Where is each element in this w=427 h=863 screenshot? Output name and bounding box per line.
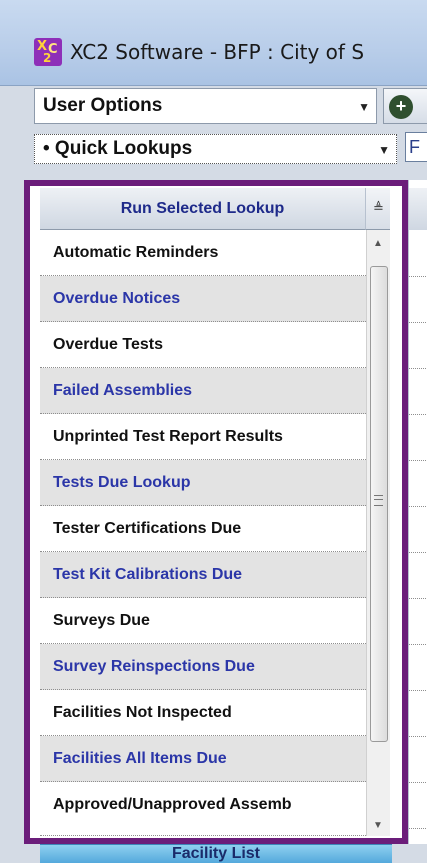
window-title: XC2 Software - BFP : City of S xyxy=(70,40,365,64)
xc2-app-icon[interactable]: X C 2 xyxy=(34,38,62,66)
list-item-label: Unprinted Test Report Results xyxy=(53,428,283,445)
list-item[interactable]: Facilities Not Inspected xyxy=(40,690,366,736)
adjacent-row-divider xyxy=(409,736,427,737)
list-item[interactable]: Test Kit Calibrations Due xyxy=(40,552,366,598)
icon-digit-2: 2 xyxy=(43,51,52,65)
adjacent-row-divider xyxy=(409,598,427,599)
scrollbar-thumb[interactable] xyxy=(370,266,388,742)
list-item[interactable]: Surveys Due xyxy=(40,598,366,644)
list-item-label: Test Kit Calibrations Due xyxy=(53,566,243,583)
list-item[interactable]: Survey Reinspections Due xyxy=(40,644,366,690)
list-item-label: Overdue Tests xyxy=(53,336,163,353)
column-options-button[interactable]: ≜ xyxy=(366,188,390,230)
list-item[interactable]: Failed Assemblies xyxy=(40,368,366,414)
adjacent-row-divider xyxy=(409,828,427,829)
adjacent-row-divider xyxy=(409,506,427,507)
adjacent-grid-edge xyxy=(408,180,427,844)
lines-icon: ≜ xyxy=(373,200,384,215)
quick-lookups-label: • Quick Lookups xyxy=(43,138,193,159)
list-item-label: Failed Assemblies xyxy=(53,382,193,399)
side-field[interactable]: F xyxy=(405,132,427,162)
adjacent-row-divider xyxy=(409,322,427,323)
quick-lookups-dropdown[interactable]: • Quick Lookups ▼ xyxy=(34,134,397,164)
plus-icon: + xyxy=(389,95,413,119)
lookup-list: Automatic Reminders Overdue Notices Over… xyxy=(40,230,366,836)
list-item[interactable]: Unprinted Test Report Results xyxy=(40,414,366,460)
list-item-label: Surveys Due xyxy=(53,612,150,629)
facility-list-label: Facility List xyxy=(171,845,261,862)
list-item-label: Tester Certifications Due xyxy=(53,520,242,537)
title-bar: X C 2 XC2 Software - BFP : City of S xyxy=(0,0,427,86)
side-field-letter: F xyxy=(409,137,420,157)
add-button[interactable]: + xyxy=(383,88,427,124)
list-item[interactable]: Tests Due Lookup xyxy=(40,460,366,506)
list-item[interactable]: Tester Certifications Due xyxy=(40,506,366,552)
list-item-label: Approved/Unapproved Assemb xyxy=(53,796,292,813)
vertical-scrollbar[interactable]: ▲ ▼ xyxy=(366,230,390,836)
chevron-down-icon[interactable]: ▼ xyxy=(358,100,370,114)
adjacent-row-divider xyxy=(409,690,427,691)
grip-icon xyxy=(374,495,383,506)
adjacent-row-divider xyxy=(409,276,427,277)
list-item-label: Facilities All Items Due xyxy=(53,750,227,767)
chevron-down-icon[interactable]: ▼ xyxy=(378,143,390,157)
adjacent-grid-header xyxy=(409,188,427,230)
list-item[interactable]: Facilities All Items Due xyxy=(40,736,366,782)
list-item[interactable]: Overdue Tests xyxy=(40,322,366,368)
list-item[interactable]: Approved/Unapproved Assemb xyxy=(40,782,366,836)
list-item-label: Automatic Reminders xyxy=(53,244,219,261)
adjacent-row-divider xyxy=(409,368,427,369)
user-options-label: User Options xyxy=(43,95,163,116)
scroll-up-arrow-icon[interactable]: ▲ xyxy=(373,238,383,249)
facility-list-tab[interactable]: Facility List xyxy=(40,844,392,863)
list-item[interactable]: Automatic Reminders xyxy=(40,230,366,276)
adjacent-row-divider xyxy=(409,460,427,461)
scroll-down-arrow-icon[interactable]: ▼ xyxy=(373,820,383,831)
run-selected-lookup-header[interactable]: Run Selected Lookup xyxy=(40,188,366,230)
adjacent-row-divider xyxy=(409,414,427,415)
list-item[interactable]: Overdue Notices xyxy=(40,276,366,322)
grid-header-label: Run Selected Lookup xyxy=(120,200,285,217)
list-item-label: Tests Due Lookup xyxy=(53,474,191,491)
list-item-label: Overdue Notices xyxy=(53,290,181,307)
list-item-label: Facilities Not Inspected xyxy=(53,704,232,721)
adjacent-row-divider xyxy=(409,782,427,783)
adjacent-row-divider xyxy=(409,552,427,553)
user-options-dropdown[interactable]: User Options ▼ xyxy=(34,88,377,124)
adjacent-row-divider xyxy=(409,644,427,645)
list-item-label: Survey Reinspections Due xyxy=(53,658,255,675)
